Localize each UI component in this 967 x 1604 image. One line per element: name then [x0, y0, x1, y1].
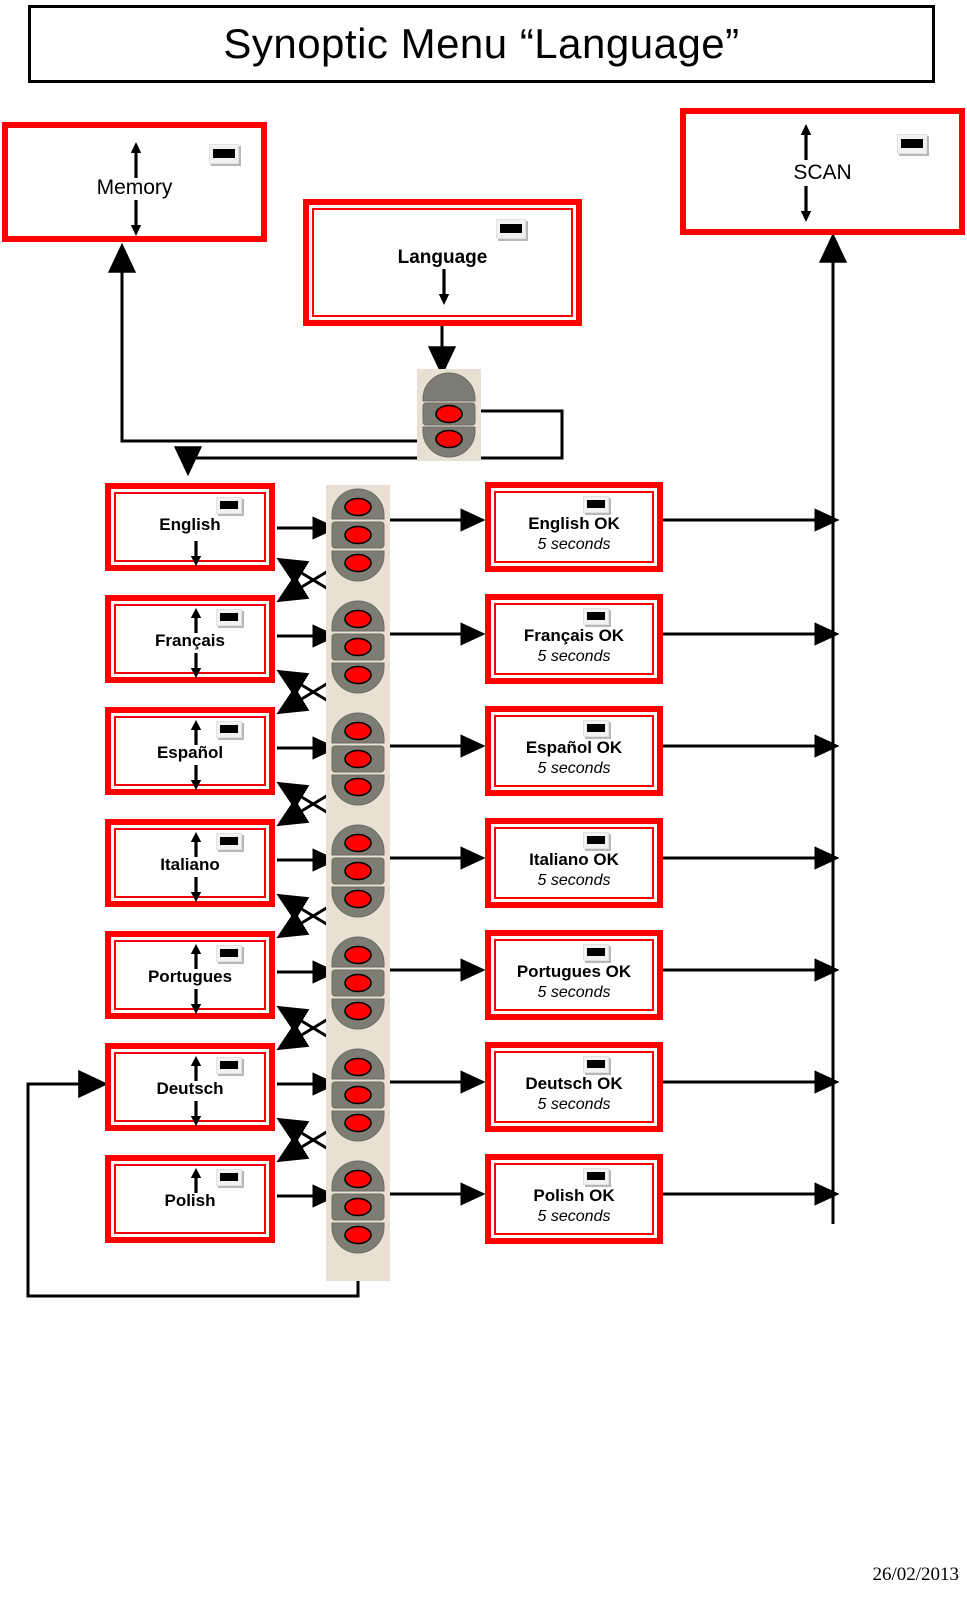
- confirmation-label: Portugues OK: [516, 962, 632, 981]
- arrow-down-icon: [189, 541, 203, 567]
- confirmation-box-italiano[interactable]: Italiano OK 5 seconds: [485, 818, 663, 908]
- confirmation-label: Español OK: [525, 738, 623, 757]
- arrow-up-icon: [189, 1167, 203, 1193]
- language-box-english[interactable]: English: [105, 483, 275, 571]
- lcd-display-icon: [897, 134, 927, 154]
- language-box-label: Polish: [164, 1191, 216, 1210]
- lcd-display-icon: [216, 721, 242, 738]
- lcd-display-icon: [216, 1057, 242, 1074]
- language-box-label: English: [159, 515, 221, 534]
- language-box-deutsch[interactable]: Deutsch: [105, 1043, 275, 1131]
- page-title: Synoptic Menu “Language”: [223, 20, 740, 67]
- language-box-label: Español: [156, 743, 224, 762]
- remote-button-widget-italiano[interactable]: [326, 821, 390, 945]
- remote-button-widget-francais[interactable]: [326, 597, 390, 721]
- arrow-down-icon: [129, 200, 143, 238]
- lcd-display-icon: [216, 945, 242, 962]
- remote-button-widget-polish[interactable]: [326, 1157, 390, 1281]
- arrow-up-icon: [189, 607, 203, 633]
- lcd-display-icon: [216, 1169, 242, 1186]
- remote-button-widget-deutsch[interactable]: [326, 1045, 390, 1169]
- lcd-display-icon: [496, 219, 526, 239]
- confirmation-label: Polish OK: [533, 1186, 615, 1205]
- confirmation-label: Italiano OK: [529, 850, 619, 869]
- lcd-display-icon: [583, 832, 609, 849]
- language-box-label: Portugues: [147, 967, 233, 986]
- confirmation-duration: 5 seconds: [537, 536, 611, 553]
- confirmation-box-deutsch[interactable]: Deutsch OK 5 seconds: [485, 1042, 663, 1132]
- arrow-up-icon: [189, 943, 203, 969]
- remote-button-widget-portugues[interactable]: [326, 933, 390, 1057]
- confirmation-label: Français OK: [523, 626, 625, 645]
- confirmation-box-francais[interactable]: Français OK 5 seconds: [485, 594, 663, 684]
- language-box-portugues[interactable]: Portugues: [105, 931, 275, 1019]
- arrow-down-icon: [799, 186, 813, 224]
- confirmation-box-polish[interactable]: Polish OK 5 seconds: [485, 1154, 663, 1244]
- arrow-up-icon: [189, 719, 203, 745]
- arrow-down-icon: [189, 877, 203, 903]
- arrow-up-icon: [129, 140, 143, 178]
- date-stamp: 26/02/2013: [872, 1564, 959, 1585]
- lcd-display-icon: [583, 496, 609, 513]
- confirmation-duration: 5 seconds: [537, 872, 611, 889]
- memory-panel[interactable]: Memory: [2, 122, 267, 242]
- lcd-display-icon: [216, 609, 242, 626]
- lcd-display-icon: [583, 1056, 609, 1073]
- lcd-display-icon: [209, 144, 239, 164]
- confirmation-box-portugues[interactable]: Portugues OK 5 seconds: [485, 930, 663, 1020]
- arrow-down-icon: [437, 269, 451, 307]
- arrow-up-icon: [189, 831, 203, 857]
- language-box-label: Italiano: [160, 855, 220, 874]
- confirmation-duration: 5 seconds: [537, 1096, 611, 1113]
- language-box-label: Deutsch: [156, 1079, 224, 1098]
- language-box-espanol[interactable]: Español: [105, 707, 275, 795]
- confirmation-label: Deutsch OK: [525, 1074, 623, 1093]
- memory-label: Memory: [96, 176, 173, 199]
- arrow-down-icon: [189, 765, 203, 791]
- lcd-display-icon: [216, 497, 242, 514]
- confirmation-duration: 5 seconds: [537, 760, 611, 777]
- page-title-box: Synoptic Menu “Language”: [28, 5, 935, 83]
- scan-panel[interactable]: SCAN: [680, 108, 965, 235]
- confirmation-duration: 5 seconds: [537, 984, 611, 1001]
- confirmation-duration: 5 seconds: [537, 1208, 611, 1225]
- lcd-display-icon: [583, 944, 609, 961]
- language-box-label: Français: [155, 631, 225, 650]
- lcd-display-icon: [216, 833, 242, 850]
- confirmation-box-espanol[interactable]: Español OK 5 seconds: [485, 706, 663, 796]
- arrow-down-icon: [189, 653, 203, 679]
- language-label: Language: [397, 247, 488, 268]
- remote-button-widget[interactable]: [417, 369, 481, 461]
- language-box-francais[interactable]: Français: [105, 595, 275, 683]
- arrow-up-icon: [189, 1055, 203, 1081]
- language-box-italiano[interactable]: Italiano: [105, 819, 275, 907]
- lcd-display-icon: [583, 608, 609, 625]
- arrow-down-icon: [189, 1101, 203, 1127]
- arrow-down-icon: [189, 989, 203, 1015]
- lcd-display-icon: [583, 720, 609, 737]
- confirmation-duration: 5 seconds: [537, 648, 611, 665]
- confirmation-label: English OK: [528, 514, 620, 533]
- confirmation-box-english[interactable]: English OK 5 seconds: [485, 482, 663, 572]
- scan-label: SCAN: [793, 161, 852, 184]
- language-box-polish[interactable]: Polish: [105, 1155, 275, 1243]
- diagram-canvas: Synoptic Menu “Language” Memory SCAN Lan…: [0, 0, 967, 1604]
- arrow-up-icon: [799, 122, 813, 160]
- remote-button-widget-espanol[interactable]: [326, 709, 390, 833]
- language-panel[interactable]: Language: [303, 199, 582, 326]
- remote-button-widget-english[interactable]: [326, 485, 390, 609]
- lcd-display-icon: [583, 1168, 609, 1185]
